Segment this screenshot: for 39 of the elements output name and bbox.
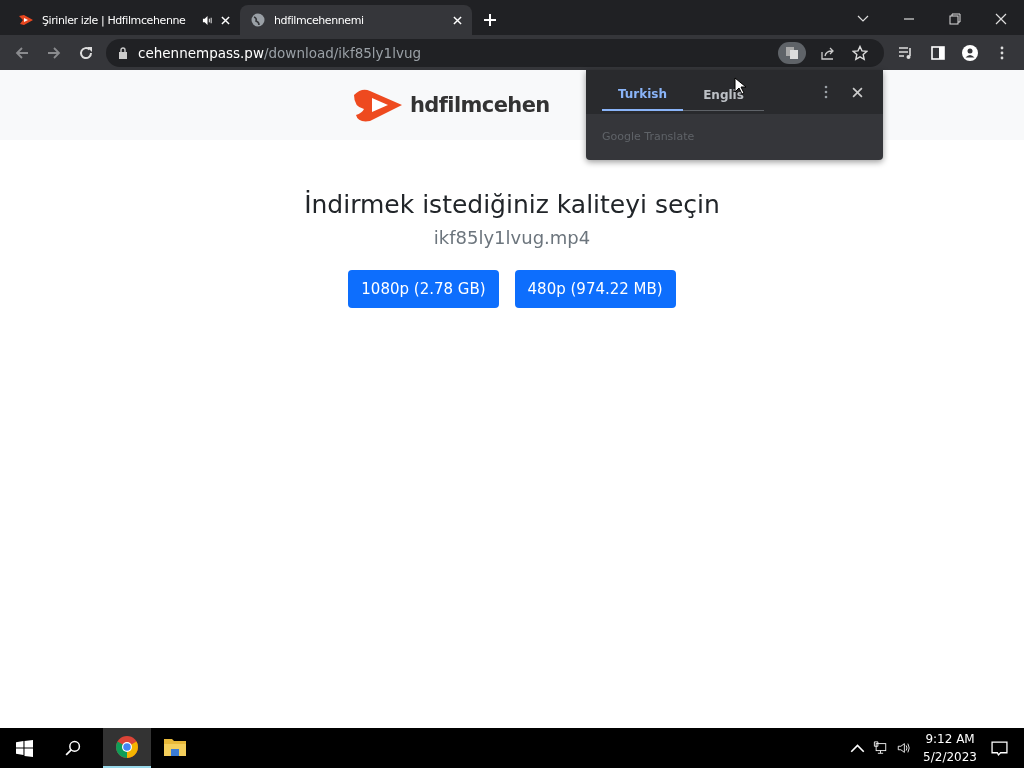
logo-text[interactable]: hdfilmcehen xyxy=(410,93,550,117)
chrome-icon xyxy=(115,735,139,759)
language-tab[interactable]: Turkish xyxy=(602,73,683,111)
flame-play-icon xyxy=(18,12,34,28)
clock[interactable]: 9:12 AM 5/2/2023 xyxy=(923,730,977,766)
address-bar[interactable]: cehennempass.pw/download/ikf85ly1lvug xyxy=(106,38,884,67)
new-tab-icon[interactable] xyxy=(484,14,496,26)
back-arrow-icon[interactable] xyxy=(14,44,30,61)
lock-icon xyxy=(118,46,128,59)
network-icon[interactable] xyxy=(873,741,889,755)
date: 5/2/2023 xyxy=(923,749,977,766)
star-icon[interactable] xyxy=(852,44,868,61)
file-name: ikf85ly1lvug.mp4 xyxy=(433,227,591,248)
taskbar-app[interactable] xyxy=(103,728,151,768)
forward-arrow-icon[interactable] xyxy=(46,44,62,61)
media-queue-icon[interactable] xyxy=(898,44,914,61)
download-button[interactable]: 1080p (2.78 GB) xyxy=(348,270,499,308)
close-icon[interactable] xyxy=(995,13,1007,25)
profile-icon[interactable] xyxy=(962,44,978,61)
browser-tab[interactable]: hdfilmcehennemi xyxy=(240,5,472,35)
side-panel-icon[interactable] xyxy=(930,44,946,61)
time: 9:12 AM xyxy=(925,731,975,748)
tab-title: Şirinler izle | Hdfilmcehenne xyxy=(42,13,187,27)
reload-icon[interactable] xyxy=(78,44,94,61)
download-button[interactable]: 480p (974.22 MB) xyxy=(514,270,676,308)
restore-icon[interactable] xyxy=(949,13,961,25)
volume-icon[interactable] xyxy=(896,741,912,755)
translate-icon[interactable] xyxy=(778,41,806,64)
notification-icon[interactable] xyxy=(991,739,1008,757)
close-icon[interactable] xyxy=(852,86,863,98)
more-icon[interactable] xyxy=(824,85,828,99)
heading: İndirmek istediğiniz kaliteyi seçin xyxy=(304,190,720,219)
globe-icon xyxy=(250,12,266,28)
browser-tab[interactable]: Şirinler izle | Hdfilmcehenne xyxy=(8,5,240,35)
windows-logo-icon[interactable] xyxy=(16,739,33,757)
chevron-up-icon[interactable] xyxy=(850,741,866,755)
tab-title: hdfilmcehennemi xyxy=(274,13,365,27)
search-icon[interactable] xyxy=(64,739,81,757)
url-text: cehennempass.pw/download/ikf85ly1lvug xyxy=(138,44,422,61)
